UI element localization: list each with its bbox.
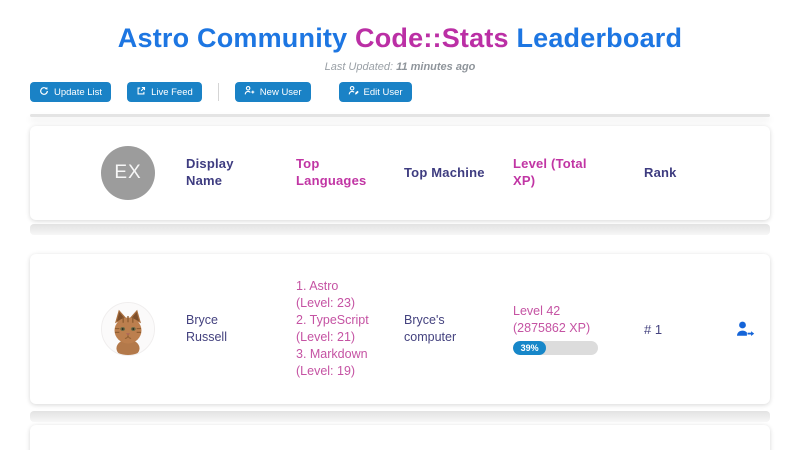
refresh-icon — [39, 86, 49, 99]
total-xp-text: (2875862 XP) — [513, 320, 644, 337]
column-header-rank: Rank — [644, 165, 726, 182]
new-user-label: New User — [260, 87, 302, 98]
live-feed-label: Live Feed — [151, 87, 193, 98]
top-machine: Bryce's computer — [404, 312, 476, 346]
toolbar-right-group: New User Edit User — [235, 82, 412, 102]
card-gap-shadow — [30, 224, 770, 235]
language-level: (Level: 21) — [296, 329, 404, 346]
language-name: 1. Astro — [296, 278, 404, 295]
list-top-edge — [30, 114, 770, 117]
external-link-icon — [136, 86, 146, 99]
column-header-level-xp: Level (Total XP) — [513, 156, 595, 190]
language-name: 2. TypeScript — [296, 312, 404, 329]
person-arrow-icon — [734, 327, 756, 342]
live-feed-button[interactable]: Live Feed — [127, 82, 202, 102]
person-edit-icon — [348, 85, 359, 99]
example-avatar: EX — [101, 146, 155, 200]
example-avatar-text: EX — [114, 162, 141, 184]
level-cell: Level 42 (2875862 XP) 39% — [513, 303, 644, 355]
cat-photo-illustration — [102, 303, 154, 355]
language-level: (Level: 23) — [296, 295, 404, 312]
level-text: Level 42 — [513, 303, 644, 320]
language-level: (Level: 19) — [296, 363, 404, 380]
column-header-top-machine: Top Machine — [404, 165, 486, 182]
last-updated-label: Last Updated: — [325, 61, 394, 73]
toolbar: Update List Live Feed New U — [30, 82, 770, 102]
user-avatar — [101, 302, 155, 356]
display-name: Bryce Russell — [186, 312, 248, 346]
toolbar-divider — [218, 83, 219, 101]
title-part-leaderboard: Leaderboard — [516, 23, 682, 53]
title-part-community: Astro Community — [118, 23, 348, 53]
leaderboard-list: EX Display Name Top Languages Top Machin… — [30, 114, 770, 450]
language-name: 3. Markdown — [296, 346, 404, 363]
page-title: Astro Community Code::Stats Leaderboard — [0, 23, 800, 54]
table-header-card: EX Display Name Top Languages Top Machin… — [30, 126, 770, 220]
last-updated-value: 11 minutes ago — [396, 61, 475, 73]
level-progress-fill: 39% — [513, 341, 546, 355]
toolbar-left-group: Update List Live Feed — [30, 82, 202, 102]
level-progress-bar: 39% — [513, 341, 598, 355]
top-languages: 1. Astro (Level: 23) 2. TypeScript (Leve… — [296, 278, 404, 379]
last-updated: Last Updated: 11 minutes ago — [0, 61, 800, 73]
update-list-button[interactable]: Update List — [30, 82, 111, 102]
update-list-label: Update List — [54, 87, 102, 98]
view-user-button[interactable] — [734, 319, 756, 339]
row-actions — [734, 319, 770, 339]
example-avatar-cell: EX — [30, 146, 186, 200]
level-progress-label: 39% — [521, 342, 539, 354]
person-plus-icon — [244, 85, 255, 99]
edit-user-button[interactable]: Edit User — [339, 82, 412, 102]
column-header-top-languages: Top Languages — [296, 156, 378, 190]
new-user-button[interactable]: New User — [235, 82, 311, 102]
column-header-display-name: Display Name — [186, 156, 268, 190]
rank: # 1 — [644, 322, 734, 337]
card-gap-shadow — [30, 411, 770, 422]
table-row: Bryce Russell 1. Astro (Level: 23) 2. Ty… — [30, 254, 770, 404]
title-part-codestats: Code::Stats — [355, 23, 509, 53]
edit-user-label: Edit User — [364, 87, 403, 98]
table-row-partial — [30, 425, 770, 450]
user-avatar-cell — [30, 302, 186, 356]
